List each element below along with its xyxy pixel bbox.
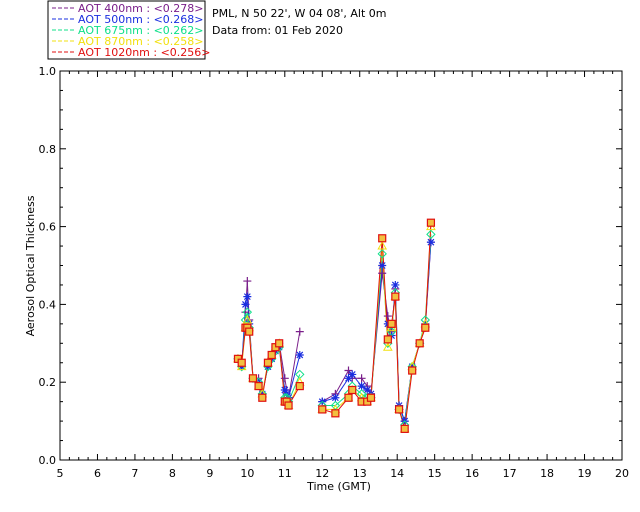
plot-axes: 5 6 7 8 9 10 11 12 13 14 15 16 17 18 19 20 0.0 0.2 0.4 0.6 0… <box>39 65 630 480</box>
data-point <box>357 374 366 383</box>
y-axis-label: Aerosol Optical Thickness <box>24 195 37 336</box>
data-point <box>394 405 404 414</box>
data-point <box>357 382 366 391</box>
data-point <box>426 218 436 227</box>
data-date: Data from: 01 Feb 2020 <box>212 24 343 37</box>
data-point <box>387 319 396 328</box>
data-point <box>408 366 417 375</box>
data-point <box>348 385 357 395</box>
x-tick-label: 6 <box>94 467 101 480</box>
x-tick-label: 18 <box>540 467 554 480</box>
data-point <box>426 238 435 247</box>
data-point <box>284 401 293 410</box>
data-point <box>243 277 252 286</box>
data-point <box>245 327 254 336</box>
data-point <box>295 327 304 336</box>
data-point <box>331 393 340 402</box>
data-point <box>243 292 252 301</box>
data-point <box>241 300 250 309</box>
aot-chart: AOT 400nm : <0.278>AOT 500nm : <0.268>AO… <box>24 0 630 493</box>
site-info: PML, N 50 22', W 04 08', Alt 0m <box>212 7 386 20</box>
y-tick-label: 0.4 <box>39 298 57 311</box>
data-point <box>248 374 258 383</box>
x-tick-label: 9 <box>206 467 213 480</box>
data-point <box>275 339 284 348</box>
data-point <box>400 424 409 433</box>
data-point <box>348 370 357 379</box>
x-tick-label: 11 <box>278 467 292 480</box>
data-point <box>258 393 267 402</box>
x-axis-label: Time (GMT) <box>306 480 371 493</box>
x-tick-label: 14 <box>390 467 404 480</box>
data-point <box>383 312 392 321</box>
legend-entry: AOT 1020nm : <0.256> <box>78 46 211 59</box>
data-point <box>421 323 430 332</box>
x-tick-label: 7 <box>131 467 138 480</box>
data-point <box>344 393 353 402</box>
data-point <box>267 350 276 360</box>
legend: AOT 400nm : <0.278>AOT 500nm : <0.268>AO… <box>47 0 211 60</box>
x-tick-label: 19 <box>578 467 592 480</box>
data-point <box>391 280 400 289</box>
data-point <box>318 405 327 414</box>
series-line <box>322 234 432 426</box>
x-tick-label: 17 <box>503 467 517 480</box>
y-tick-label: 0.6 <box>39 221 57 234</box>
data-point <box>415 339 424 348</box>
x-tick-label: 8 <box>169 467 176 480</box>
series-markers <box>233 218 436 433</box>
data-point <box>378 261 387 270</box>
data-point <box>263 358 273 367</box>
data-point <box>295 350 304 359</box>
x-tick-label: 10 <box>240 467 254 480</box>
y-tick-label: 0.8 <box>39 143 57 156</box>
x-tick-label: 16 <box>465 467 479 480</box>
data-point <box>295 381 304 391</box>
x-tick-label: 13 <box>353 467 367 480</box>
x-tick-label: 5 <box>57 467 64 480</box>
data-point <box>331 409 340 418</box>
data-point <box>383 335 392 344</box>
y-tick-label: 0.2 <box>39 376 57 389</box>
x-tick-label: 12 <box>315 467 329 480</box>
data-point <box>237 358 246 367</box>
x-tick-label: 15 <box>428 467 442 480</box>
data-point <box>366 393 376 402</box>
series-line <box>322 226 432 430</box>
data-point <box>378 234 387 243</box>
y-tick-label: 1.0 <box>39 65 57 78</box>
y-tick-label: 0.0 <box>39 454 57 467</box>
data-point <box>391 292 400 301</box>
data-point <box>254 381 263 391</box>
plot-frame <box>59 70 623 461</box>
x-tick-label: 20 <box>615 467 629 480</box>
